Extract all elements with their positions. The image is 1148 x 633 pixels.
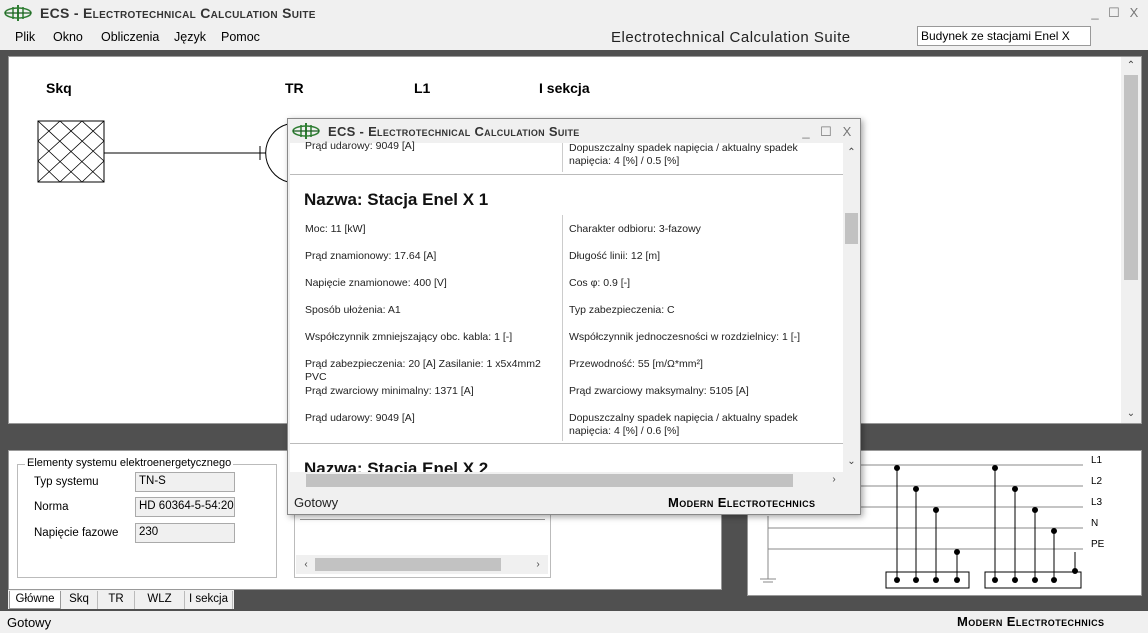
station-voltage-drop: Dopuszczalny spadek napięcia / aktualny …: [569, 412, 798, 437]
dialog-minimize-button[interactable]: _: [796, 123, 816, 141]
close-button[interactable]: X: [1124, 4, 1144, 22]
dialog-scroll-up-icon[interactable]: ⌃: [845, 147, 858, 158]
scroll-left-arrow-icon[interactable]: ‹: [300, 559, 312, 570]
station-load-type: Charakter odbioru: 3-fazowy: [569, 223, 701, 235]
tab-tr[interactable]: TR: [98, 591, 135, 609]
phase-voltage-field[interactable]: 230: [135, 523, 235, 543]
grid-source-symbol[interactable]: [36, 118, 296, 188]
station-installation-method: Sposób ułożenia: A1: [305, 304, 401, 316]
station-cos-phi: Cos φ: 0.9 [-]: [569, 277, 631, 289]
dialog-title: ECS - Electrotechnical Calculation Suite: [328, 124, 580, 139]
field-label-system-type: Typ systemu: [34, 476, 99, 488]
station-simultaneity-factor: Współczynnik jednoczesności w rozdzielni…: [569, 331, 801, 343]
menu-plik[interactable]: Plik: [15, 30, 35, 44]
column-divider: [562, 143, 563, 172]
system-type-field[interactable]: TN-S: [135, 472, 235, 492]
status-text: Gotowy: [7, 615, 52, 630]
column-divider: [562, 215, 563, 441]
station-conductivity: Przewodność: 55 [m/Ω*mm²]: [569, 358, 703, 370]
station-power: Moc: 11 [kW]: [305, 223, 366, 235]
dialog-logo-icon: [292, 123, 320, 139]
brand-banner: Electrotechnical Calculation Suite: [611, 29, 851, 46]
dialog-brand: Modern Electrotechnics: [668, 495, 816, 510]
tab-skq[interactable]: Skq: [61, 591, 98, 609]
dialog-vertical-thumb[interactable]: [845, 213, 858, 244]
menu-okno[interactable]: Okno: [53, 30, 83, 44]
column-label-tr: TR: [285, 80, 304, 96]
menu-jezyk[interactable]: Język: [174, 30, 206, 44]
window-title: ECS - Electrotechnical Calculation Suite: [40, 5, 316, 21]
dialog-scroll-down-icon[interactable]: ⌄: [845, 456, 858, 467]
menu-pomoc[interactable]: Pomoc: [221, 30, 260, 44]
station-protection-current: Prąd zabezpieczenia: 20 [A] Zasilanie: 1…: [305, 358, 541, 383]
sub-panel-scroll-thumb[interactable]: [315, 558, 501, 571]
station-max-short-circuit: Prąd zwarciowy maksymalny: 5105 [A]: [569, 385, 749, 397]
minimize-button[interactable]: _: [1085, 4, 1105, 22]
station-rated-voltage: Napięcie znamionowe: 400 [V]: [305, 277, 447, 289]
prev-surge-current: Prąd udarowy: 9049 [A]: [305, 140, 415, 152]
station-min-short-circuit: Prąd zwarciowy minimalny: 1371 [A]: [305, 385, 474, 397]
status-brand: Modern Electrotechnics: [957, 614, 1105, 629]
sub-panel-divider: [300, 519, 545, 520]
field-label-standard: Norma: [34, 501, 69, 513]
dialog-maximize-button[interactable]: ☐: [816, 123, 836, 141]
dialog-status-text: Gotowy: [294, 495, 339, 510]
bus-label-l1: L1: [1091, 455, 1103, 466]
menu-obliczenia[interactable]: Obliczenia: [101, 30, 159, 44]
station-heading: Nazwa: Stacja Enel X 1: [304, 190, 489, 209]
bus-label-l3: L3: [1091, 497, 1103, 508]
group-title: Elementy systemu elektroenergetycznego: [25, 457, 234, 469]
dialog-scroll-right-icon[interactable]: ›: [828, 474, 840, 485]
column-label-l1: L1: [414, 80, 431, 96]
next-station-heading: Nazwa: Stacja Enel X 2: [304, 459, 489, 472]
station-rated-current: Prąd znamionowy: 17.64 [A]: [305, 250, 437, 262]
prev-voltage-drop: Dopuszczalny spadek napięcia / aktualny …: [569, 142, 798, 167]
station-surge-current: Prąd udarowy: 9049 [A]: [305, 412, 415, 424]
maximize-button[interactable]: ☐: [1104, 4, 1124, 22]
dialog-horizontal-thumb[interactable]: [306, 474, 793, 487]
bus-label-n: N: [1091, 518, 1099, 529]
station-cable-derating: Współczynnik zmniejszający obc. kabla: 1…: [305, 331, 513, 343]
bus-label-pe: PE: [1091, 539, 1105, 550]
standard-field[interactable]: HD 60364-5-54:201: [135, 497, 235, 517]
diagram-scroll-thumb[interactable]: [1124, 75, 1138, 280]
column-label-skq: Skq: [46, 80, 72, 96]
scroll-down-arrow-icon[interactable]: ⌄: [1124, 408, 1138, 419]
project-name-input[interactable]: [917, 26, 1091, 46]
tab-wlz[interactable]: WLZ: [135, 591, 185, 609]
tab-glowne[interactable]: Główne: [9, 591, 61, 609]
app-logo-icon: [4, 5, 32, 21]
station-line-length: Długość linii: 12 [m]: [569, 250, 661, 262]
station-protection-type: Typ zabezpieczenia: C: [569, 304, 675, 316]
field-label-phase-voltage: Napięcie fazowe: [34, 527, 119, 539]
next-station-clip: Nazwa: Stacja Enel X 2: [290, 444, 843, 472]
bus-label-l2: L2: [1091, 476, 1103, 487]
dialog-close-button[interactable]: X: [837, 123, 857, 141]
scroll-up-arrow-icon[interactable]: ⌃: [1124, 60, 1138, 71]
scroll-right-arrow-icon[interactable]: ›: [532, 559, 544, 570]
column-label-section: I sekcja: [539, 80, 590, 96]
tab-section[interactable]: I sekcja: [185, 591, 233, 609]
dialog-vertical-scrollbar[interactable]: [843, 143, 860, 472]
section-divider: [290, 174, 843, 175]
